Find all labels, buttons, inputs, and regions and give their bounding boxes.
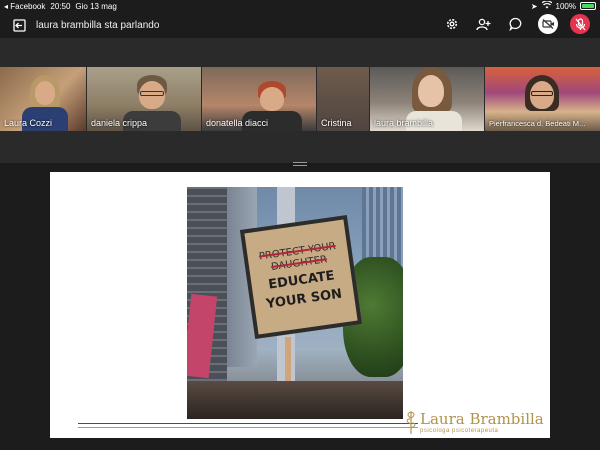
participant-tile[interactable]: daniela crippa [87, 67, 201, 131]
meeting-header: laura brambilla sta parlando [0, 12, 600, 38]
gear-icon [446, 18, 458, 30]
chat-bubble-icon [509, 17, 522, 31]
exit-icon [13, 18, 26, 32]
protest-sign: PROTECT YOUR DAUGHTER EDUCATE YOUR SON [239, 215, 363, 339]
status-time: 20:50 [50, 1, 71, 11]
video-off-icon [541, 19, 554, 29]
participant-name: donatella diacci [206, 118, 269, 128]
participant-name: Pierfrancesca d. Bedeati M... [489, 119, 586, 128]
participant-tile[interactable]: donatella diacci [202, 67, 316, 131]
shared-screen-slide: PROTECT YOUR DAUGHTER EDUCATE YOUR SON L… [50, 172, 550, 438]
participant-name: daniela crippa [91, 118, 148, 128]
video-toggle-button[interactable] [538, 14, 558, 34]
battery-icon [580, 2, 596, 10]
brand-signature: Laura Brambilla psicologa psicoterapeuta [405, 410, 544, 436]
slide-divider-secondary [78, 427, 418, 428]
location-icon: ➤ [530, 1, 538, 11]
chat-button[interactable] [506, 14, 526, 34]
people-icon [476, 18, 491, 30]
wifi-icon [541, 0, 552, 11]
resize-handle[interactable] [293, 162, 307, 168]
mute-toggle-button[interactable] [570, 14, 590, 34]
slide-divider [78, 423, 418, 424]
mic-off-icon [575, 17, 585, 30]
brand-logo-icon [406, 411, 416, 434]
participant-tile[interactable]: Cristina [317, 67, 369, 131]
status-date: Gio 13 mag [75, 1, 117, 11]
status-bar: ◂ Facebook 20:50 Gio 13 mag ➤ 100% [0, 0, 600, 12]
leave-meeting-button[interactable] [12, 18, 28, 32]
protest-sign-photo: PROTECT YOUR DAUGHTER EDUCATE YOUR SON [187, 187, 403, 419]
battery-percent: 100% [555, 1, 576, 11]
participant-tile[interactable]: laura brambilla [370, 67, 484, 131]
meeting-screen: ◂ Facebook 20:50 Gio 13 mag ➤ 100% laura… [0, 0, 600, 450]
participant-name: Cristina [321, 118, 352, 128]
active-speaker-label: laura brambilla sta parlando [36, 19, 160, 31]
participants-strip: Laura Cozzi daniela crippa donatella dia… [0, 38, 600, 163]
participant-tile[interactable]: Laura Cozzi [0, 67, 86, 131]
brand-subtitle: psicologa psicoterapeuta [420, 428, 499, 434]
participant-name: Laura Cozzi [4, 118, 53, 128]
participant-tile[interactable]: Pierfrancesca d. Bedeati M... [485, 67, 600, 131]
back-to-app-link[interactable]: ◂ Facebook [4, 2, 45, 11]
brand-name: Laura Brambilla [420, 410, 544, 428]
participants-button[interactable] [474, 14, 494, 34]
participant-name: laura brambilla [374, 118, 434, 128]
settings-button[interactable] [442, 14, 462, 34]
